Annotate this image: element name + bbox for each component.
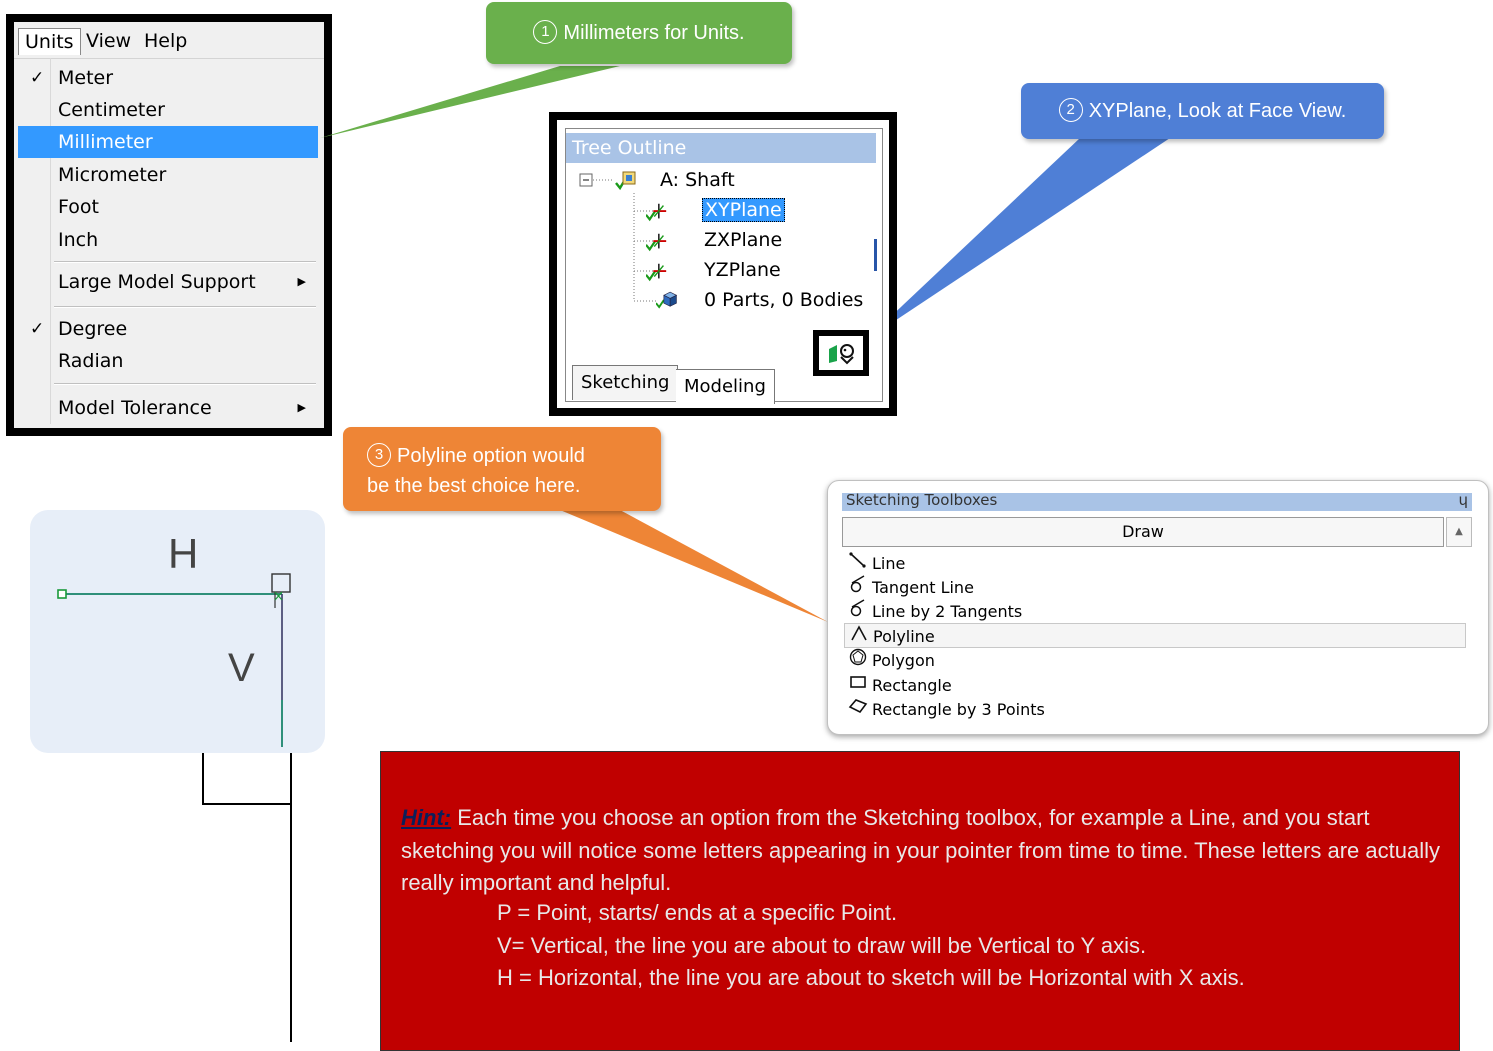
callout-3-pointer <box>560 510 828 622</box>
hint-label: Hint: <box>401 805 452 830</box>
connector-line <box>290 753 292 1042</box>
toolbox-title: Sketching Toolboxes ɥ <box>842 493 1472 511</box>
callout-polyline: 3 Polyline option would be the best choic… <box>343 427 661 511</box>
sketch-lines <box>57 573 291 747</box>
line-icon <box>849 552 866 568</box>
step-number: 2 <box>1058 97 1083 122</box>
polygon-icon <box>849 648 867 666</box>
shaft-model-icon <box>615 171 636 191</box>
tree-item-root[interactable]: A: Shaft <box>660 166 735 194</box>
hint-vertical-definition: V= Vertical, the line you are about to d… <box>497 933 1147 958</box>
cursor-point-box <box>271 573 291 593</box>
sketching-toolboxes: Sketching Toolboxes ɥ Draw ▲ Line Tangen… <box>827 480 1489 735</box>
toolbox-item-polygon[interactable]: Polygon <box>848 648 1468 671</box>
toolbox-item-label: Polygon <box>872 651 935 670</box>
rectangle-icon <box>850 676 866 688</box>
sketch-preview: H V <box>30 510 325 753</box>
toolbox-item-line-by-2-tangents[interactable]: Line by 2 Tangents <box>848 599 1468 622</box>
pin-icon[interactable]: ɥ <box>1458 493 1468 508</box>
toolbox-item-polyline[interactable]: Polyline <box>844 623 1466 648</box>
tab-modeling[interactable]: Modeling <box>676 369 775 404</box>
callout-xyplane: 2 XYPlane, Look at Face View. <box>1021 83 1384 139</box>
hint-body: Each time you choose an option from the … <box>401 805 1440 895</box>
toolbox-item-line[interactable]: Line <box>848 551 1468 574</box>
callout-text-line1: Polyline option would <box>397 445 585 467</box>
toolbox-title-text: Sketching Toolboxes <box>846 493 998 509</box>
callout-text: XYPlane, Look at Face View. <box>1088 100 1347 122</box>
tab-sketching[interactable]: Sketching <box>572 365 679 400</box>
toolbox-item-label: Line by 2 Tangents <box>872 602 1023 621</box>
hint-horizontal-definition: H = Horizontal, the line you are about t… <box>497 965 1245 990</box>
look-at-face-button-inner <box>819 336 863 370</box>
callout-text: Millimeters for Units. <box>563 22 745 44</box>
callout-millimeters: 1 Millimeters for Units. <box>486 2 792 64</box>
step-number: 3 <box>367 442 391 467</box>
line-by-2-tangents-icon <box>850 599 865 617</box>
toolbox-item-label: Rectangle <box>872 676 952 695</box>
callout-text-line2: be the best choice here. <box>367 475 581 497</box>
step-number: 1 <box>533 19 558 44</box>
polyline-icon <box>851 625 867 641</box>
toolbox-item-rectangle[interactable]: Rectangle <box>848 673 1468 696</box>
plane-icon <box>646 203 667 222</box>
look-at-face-button[interactable] <box>813 330 869 376</box>
connector-line <box>202 753 204 805</box>
look-at-face-icon <box>829 344 854 365</box>
plane-icon <box>646 263 667 282</box>
hint-box: Hint: Each time you choose an option fro… <box>380 751 1460 1051</box>
toolbox-item-tangent-line[interactable]: Tangent Line <box>848 575 1468 598</box>
toolbox-item-label: Rectangle by 3 Points <box>872 700 1045 719</box>
tree-outline-panel: Tree Outline A: Shaft XYPlane ZXPlane YZ… <box>565 128 883 404</box>
tree-item-label: XYPlane <box>702 198 785 222</box>
toolbox-item-label: Tangent Line <box>872 578 974 597</box>
start-point-marker <box>57 589 67 599</box>
plane-icon <box>646 233 667 252</box>
rectangle-by-3-points-icon <box>848 699 868 714</box>
parts-bodies-icon <box>656 291 678 309</box>
draw-section-header[interactable]: Draw <box>842 517 1444 547</box>
tangent-line-icon <box>850 575 865 593</box>
callout-2-pointer <box>866 138 1170 340</box>
tree-item-parts[interactable]: 0 Parts, 0 Bodies <box>704 286 863 314</box>
tree-item-yzplane[interactable]: YZPlane <box>704 256 781 284</box>
toolbox-item-label: Polyline <box>873 627 935 646</box>
toolbox-item-rectangle-by-3-points[interactable]: Rectangle by 3 Points <box>848 697 1468 720</box>
tree-item-xyplane[interactable]: XYPlane <box>702 196 785 224</box>
scroll-up-button[interactable]: ▲ <box>1446 517 1472 547</box>
toolbox-item-label: Line <box>872 554 906 573</box>
hint-paragraph: Hint: Each time you choose an option fro… <box>401 802 1441 900</box>
hint-point-definition: P = Point, starts/ ends at a specific Po… <box>497 900 898 925</box>
tree-item-zxplane[interactable]: ZXPlane <box>704 226 782 254</box>
connector-line <box>202 803 292 805</box>
